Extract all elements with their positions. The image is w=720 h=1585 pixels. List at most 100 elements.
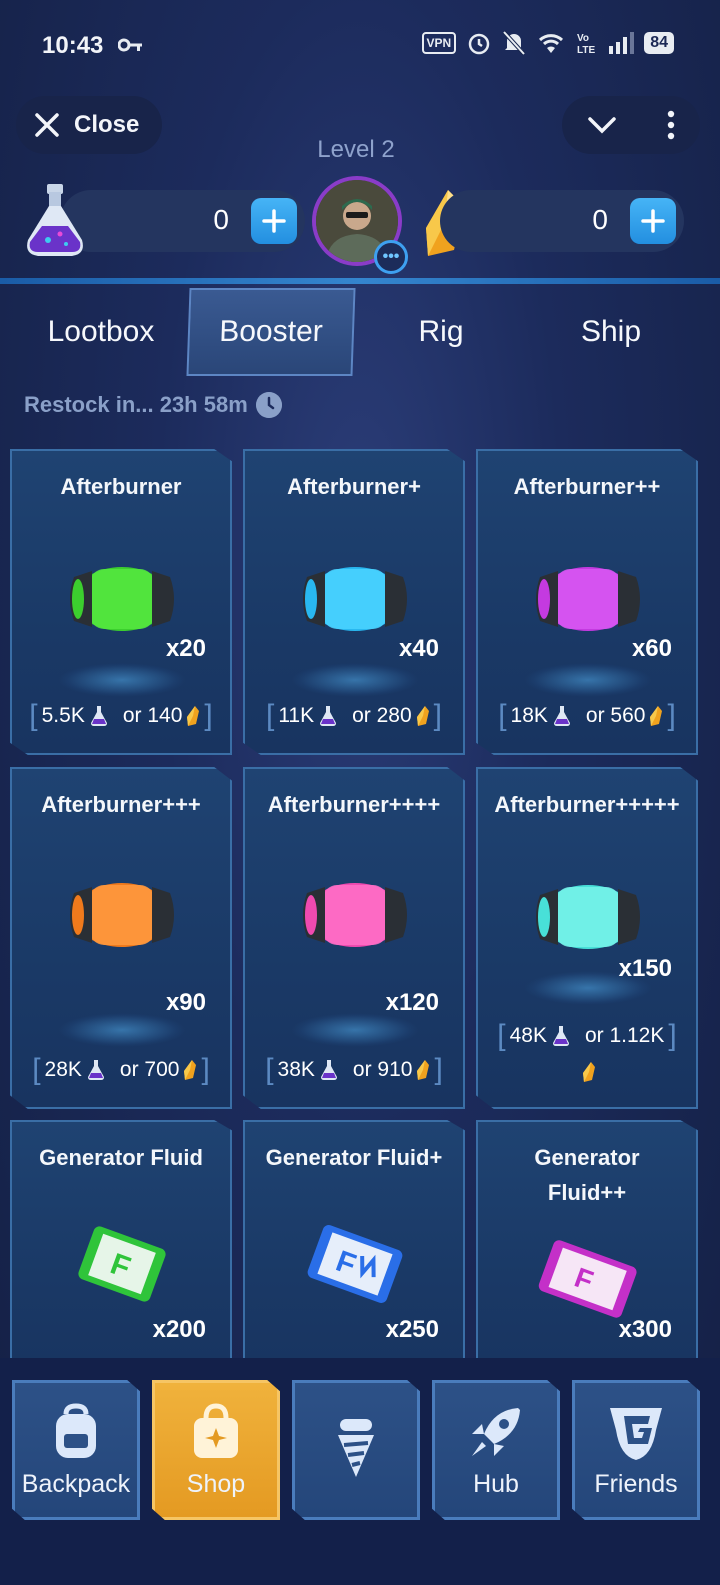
potion-price: 48K [509,1024,547,1047]
player-level: Level 2 [317,136,395,163]
item-quantity: x200 [152,1316,206,1343]
bracket-left: [ [265,699,275,732]
item-card-generator-fluid[interactable]: Generator Fluid F x200 [10,1120,232,1359]
item-card-afterburner-plus5[interactable]: Afterburner+++++ x150 [ 48K or 1.12K ] [476,767,698,1109]
potion-icon [552,1026,569,1046]
add-potion-button[interactable] [251,198,297,244]
rocket-icon [472,1408,520,1456]
item-price: [ 18K or 560 ] [478,699,696,733]
item-price: [ 5.5K or 140 ] [12,699,230,733]
item-name: Generator Fluid [39,1145,203,1170]
svg-text:Vo: Vo [577,33,589,44]
crystal-price: or 280 [352,704,412,727]
plus-icon [641,209,665,233]
potion-price: 11K [278,704,315,727]
item-quantity: x150 [618,955,672,982]
afterburner-canister-icon [303,883,407,947]
crystal-price: or 140 [122,704,183,727]
clock-time: 10:43 [42,32,104,59]
crystal-icon [417,1060,430,1080]
item-card-generator-fluid-plus[interactable]: Generator Fluid+ F x250 [243,1120,465,1359]
shop-tabs: Lootbox Booster Rig Ship [0,288,720,376]
item-quantity: x90 [165,989,206,1016]
item-quantity: x250 [385,1316,439,1343]
item-quantity: x20 [165,635,206,662]
item-name: Afterburner++ [513,474,661,499]
item-card-afterburner-plus4[interactable]: Afterburner++++ x120 [ 38K or 910 ] [243,767,465,1109]
potion-icon [553,706,570,726]
item-quantity: x120 [385,989,439,1016]
add-crystal-button[interactable] [630,198,676,244]
item-card-afterburner-plus2[interactable]: Afterburner++ x60 [ 18K or 560 ] [476,449,698,755]
nav-shop[interactable]: Shop [152,1380,280,1520]
pedestal [291,1013,419,1047]
item-card-generator-fluid-plus2[interactable]: Generator Fluid++ F x300 [476,1120,698,1359]
generator-fluid-cell-icon: F [307,1225,403,1303]
key-icon [118,38,142,52]
nav-hub[interactable]: Hub [432,1380,560,1520]
restock-text: Restock in... 23h 58m [24,392,248,417]
item-name-line2: Fluid++ [547,1180,627,1205]
crystal-icon [187,706,200,726]
potion-price: 28K [44,1058,82,1081]
item-price: [ 28K or 700 ] [12,1053,230,1087]
item-name: Afterburner+ [287,474,421,499]
item-name: Afterburner+++++ [494,792,680,817]
drill-icon [338,1419,374,1477]
signal-icon [609,32,635,54]
item-card-afterburner-plus[interactable]: Afterburner+ x40 [ 11K or 280 ] [243,449,465,755]
nav-label: Shop [186,1470,246,1498]
tab-ship[interactable]: Ship [530,288,692,376]
generator-fluid-cell-icon: F [538,1240,637,1318]
nav-drill[interactable] [292,1380,420,1520]
crystal-price: or 700 [119,1058,180,1081]
bottom-navigation: Backpack Shop Hub Friends [0,1358,720,1585]
friends-logo-icon [610,1408,662,1460]
item-quantity: x60 [631,635,672,662]
bracket-left: [ [498,699,507,732]
crystal-price: or 1.12K [584,1024,665,1047]
item-name: Generator Fluid+ [265,1145,443,1170]
crystal-icon [650,706,663,726]
tab-rig[interactable]: Rig [360,288,522,376]
crystal-icon [416,706,429,726]
item-quantity: x40 [398,635,439,662]
bracket-left: [ [265,1053,274,1086]
item-card-afterburner[interactable]: Afterburner x20 [ 5.5K or 140 ] [10,449,232,755]
item-name: Afterburner+++ [41,792,201,817]
pedestal [524,663,652,697]
vpn-badge: VPN [421,32,457,54]
item-name-line1: Generator [534,1145,640,1170]
item-price: [ 11K or 280 ] [245,699,463,733]
nav-friends[interactable]: Friends [572,1380,700,1520]
item-price: [ 38K or 910 ] [245,1053,463,1087]
potion-balance-bar: 0 [60,190,305,252]
pedestal [291,663,419,697]
restock-timer: Restock in... 23h 58m [24,392,282,418]
pedestal [58,663,186,697]
potion-price: 18K [510,704,548,727]
close-label: Close [74,111,140,138]
bracket-right: ] [433,699,443,732]
potion-icon [90,706,107,726]
item-name: Generator Fluid++ [478,1140,696,1210]
wifi-icon [539,34,564,53]
tab-lootbox[interactable]: Lootbox [14,288,188,376]
bracket-right: ] [434,1053,443,1086]
plus-icon [262,209,286,233]
nav-backpack[interactable]: Backpack [12,1380,140,1520]
booster-grid: Afterburner x20 [ 5.5K or 140 ] Afterbur… [10,449,710,1359]
item-price: [ 48K or 1.12K ] [478,1019,696,1053]
nav-label: Friends [594,1470,678,1498]
battery-level: 84 [644,32,674,54]
volte-icon: VoLTE [577,33,595,56]
item-card-afterburner-plus3[interactable]: Afterburner+++ x90 [ 28K or 700 ] [10,767,232,1109]
bracket-right: ] [204,699,213,732]
avatar-options-button[interactable]: ••• [374,240,408,274]
tab-booster[interactable]: Booster [186,288,356,376]
potion-balance: 0 [213,204,229,235]
potion-price: 5.5K [41,704,85,727]
chevron-down-icon[interactable] [587,115,617,135]
crystal-icon [583,1062,595,1082]
generator-fluid-cell-icon: F [78,1226,166,1302]
